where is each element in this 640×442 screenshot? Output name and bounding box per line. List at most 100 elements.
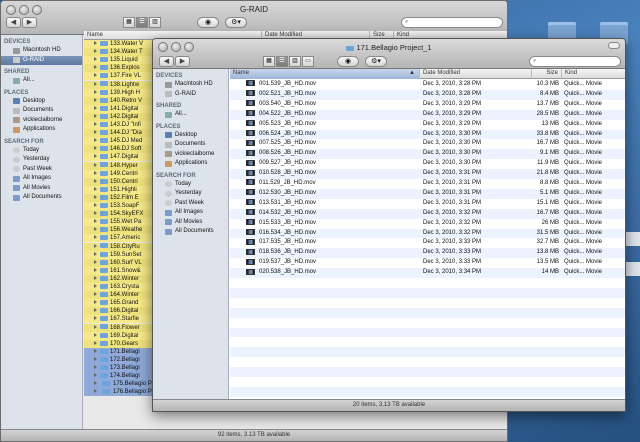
list-view-icon[interactable]: ☰ — [136, 17, 148, 28]
disclosure-triangle-icon[interactable] — [94, 81, 97, 86]
disclosure-triangle-icon[interactable] — [94, 219, 97, 224]
sidebar-item-all-images[interactable]: All Images — [1, 174, 82, 184]
disclosure-triangle-icon[interactable] — [94, 388, 100, 396]
disclosure-triangle-icon[interactable] — [94, 373, 97, 378]
file-row[interactable]: 016.534_JB_HD.mov Dec 3, 2010, 3:32 PM 31.… — [230, 228, 625, 239]
sidebar-item-home[interactable]: vickieclaiborne — [153, 150, 228, 160]
folder-row[interactable]: 151.Highli — [84, 185, 154, 194]
disclosure-triangle-icon[interactable] — [94, 340, 97, 345]
folder-row[interactable]: 174.Bellagi — [84, 372, 154, 381]
folder-row[interactable]: 135.Liquid — [84, 56, 154, 65]
folder-row[interactable]: 148.Hyper — [84, 161, 154, 170]
folder-row[interactable]: 140.Retro V — [84, 96, 154, 105]
disclosure-triangle-icon[interactable] — [94, 267, 97, 272]
coverflow-view-icon[interactable]: ▭ — [302, 56, 314, 67]
disclosure-triangle-icon[interactable] — [94, 146, 97, 151]
folder-row[interactable]: 163.Crysta — [84, 283, 154, 292]
icon-view-icon[interactable]: ▦ — [123, 17, 135, 28]
sidebar-item-all-documents[interactable]: All Documents — [153, 227, 228, 237]
sidebar-item-yesterday[interactable]: Yesterday — [1, 155, 82, 165]
disclosure-triangle-icon[interactable] — [94, 105, 97, 110]
folder-row[interactable]: 139.High H — [84, 88, 154, 97]
quicklook-eye-icon[interactable]: ◉ — [197, 17, 219, 28]
folder-row[interactable]: 141.Digital — [84, 104, 154, 113]
search-input[interactable]: ⌕ — [401, 17, 503, 28]
folder-row[interactable]: 172.Bellagi — [84, 355, 154, 364]
folder-row[interactable]: 162.Winter — [84, 274, 154, 283]
folder-row[interactable]: 155.Wet Pa — [84, 218, 154, 227]
column-name[interactable]: Name ▲ — [230, 69, 420, 79]
disclosure-triangle-icon[interactable] — [94, 251, 97, 256]
disclosure-triangle-icon[interactable] — [94, 49, 97, 54]
folder-row[interactable]: 142.Digital — [84, 112, 154, 121]
disclosure-triangle-icon[interactable] — [94, 73, 97, 78]
sidebar-item-desktop[interactable]: Desktop — [153, 131, 228, 141]
disclosure-triangle-icon[interactable] — [94, 300, 97, 305]
gear-action-icon[interactable]: ⚙▾ — [225, 17, 247, 28]
sidebar-item-desktop[interactable]: Desktop — [1, 97, 82, 107]
folder-row[interactable]: 145.DJ Med — [84, 137, 154, 146]
disclosure-triangle-icon[interactable] — [94, 122, 97, 126]
sidebar-item-macintosh-hd[interactable]: Macintosh HD — [153, 80, 228, 90]
folder-row[interactable]: 146.DJ Soft — [84, 145, 154, 154]
file-row[interactable]: 013.531_JB_HD.mov Dec 3, 2010, 3:31 PM 15.… — [230, 199, 625, 209]
file-row[interactable]: 014.532_JB_HD.mov Dec 3, 2010, 3:32 PM 16.… — [230, 208, 625, 219]
disclosure-triangle-icon[interactable] — [94, 162, 97, 167]
disclosure-triangle-icon[interactable] — [94, 292, 97, 297]
disclosure-triangle-icon[interactable] — [94, 235, 97, 240]
column-view-icon[interactable]: ▥ — [289, 56, 301, 67]
disclosure-triangle-icon[interactable] — [94, 211, 97, 216]
disclosure-triangle-icon[interactable] — [94, 130, 97, 135]
sidebar-item-applications[interactable]: Applications — [153, 159, 228, 169]
sidebar-item-past-week[interactable]: Past Week — [153, 199, 228, 209]
disclosure-triangle-icon[interactable] — [94, 138, 97, 143]
folder-row[interactable]: 171.Bellagi — [84, 347, 154, 356]
disclosure-triangle-icon[interactable] — [94, 97, 97, 102]
column-kind[interactable]: Kind — [562, 69, 625, 79]
disclosure-triangle-icon[interactable] — [94, 356, 97, 361]
folder-row[interactable]: 149.Centri — [84, 169, 154, 178]
sidebar-item-macintosh-hd[interactable]: Macintosh HD — [1, 46, 82, 56]
file-row[interactable]: 003.540_JB_HD.mov Dec 3, 2010, 3:29 PM 13.… — [230, 100, 625, 110]
folder-row[interactable]: 144.DJ "Dia — [84, 129, 154, 138]
file-row[interactable]: 017.535_JB_HD.mov Dec 3, 2010, 3:33 PM 32.… — [230, 238, 625, 248]
column-view-icon[interactable]: ▥ — [149, 17, 161, 28]
search-input[interactable]: ⌕ — [529, 56, 621, 67]
sidebar-item-all[interactable]: All... — [1, 76, 82, 86]
folder-row[interactable]: 165.Grand — [84, 299, 154, 308]
disclosure-triangle-icon[interactable] — [94, 284, 97, 288]
sidebar-item-all-movies[interactable]: All Movies — [153, 218, 228, 228]
disclosure-triangle-icon[interactable] — [94, 316, 97, 321]
file-row[interactable]: 009.527_JB_HD.mov Dec 3, 2010, 3:30 PM 11.… — [230, 159, 625, 169]
sidebar-item-past-week[interactable]: Past Week — [1, 165, 82, 175]
disclosure-triangle-icon[interactable] — [94, 41, 97, 45]
sidebar-item-today[interactable]: Today — [1, 146, 82, 156]
sidebar-item-all[interactable]: All... — [153, 110, 228, 120]
back-arrow-icon[interactable]: ◀ — [159, 56, 174, 67]
disclosure-triangle-icon[interactable] — [94, 65, 97, 70]
folder-row[interactable]: 173.Bellagi — [84, 364, 154, 373]
disclosure-triangle-icon[interactable] — [94, 113, 97, 118]
sidebar-item-today[interactable]: Today — [153, 180, 228, 190]
file-row[interactable]: 011.529_JB_HD.mov Dec 3, 2010, 3:31 PM 8.8… — [230, 179, 625, 189]
disclosure-triangle-icon[interactable] — [94, 275, 97, 280]
disclosure-triangle-icon[interactable] — [94, 365, 97, 369]
folder-row[interactable]: 153.SoapF — [84, 202, 154, 211]
folder-row[interactable]: 158.CityRu — [84, 242, 154, 251]
disclosure-triangle-icon[interactable] — [94, 332, 97, 337]
sidebar-item-documents[interactable]: Documents — [1, 106, 82, 116]
disclosure-triangle-icon[interactable] — [94, 259, 97, 264]
sidebar-item-documents[interactable]: Documents — [153, 140, 228, 150]
file-row[interactable]: 019.537_JB_HD.mov Dec 3, 2010, 3:33 PM 13.… — [230, 258, 625, 268]
gear-action-icon[interactable]: ⚙▾ — [365, 56, 387, 67]
sidebar-item-all-images[interactable]: All Images — [153, 208, 228, 218]
disclosure-triangle-icon[interactable] — [94, 186, 97, 191]
file-row[interactable]: 015.533_JB_HD.mov Dec 3, 2010, 3:32 PM 26 … — [230, 219, 625, 229]
disclosure-triangle-icon[interactable] — [94, 227, 97, 232]
file-row[interactable]: 001.539_JB_HD.mov Dec 3, 2010, 3:28 PM 10.… — [230, 80, 625, 90]
folder-row[interactable]: 147.Digital — [84, 153, 154, 162]
file-row[interactable]: 006.524_JB_HD.mov Dec 3, 2010, 3:30 PM 33.… — [230, 129, 625, 140]
sidebar-item-yesterday[interactable]: Yesterday — [153, 189, 228, 199]
folder-row[interactable]: 160.Surf VL — [84, 258, 154, 267]
disclosure-triangle-icon[interactable] — [94, 324, 97, 329]
